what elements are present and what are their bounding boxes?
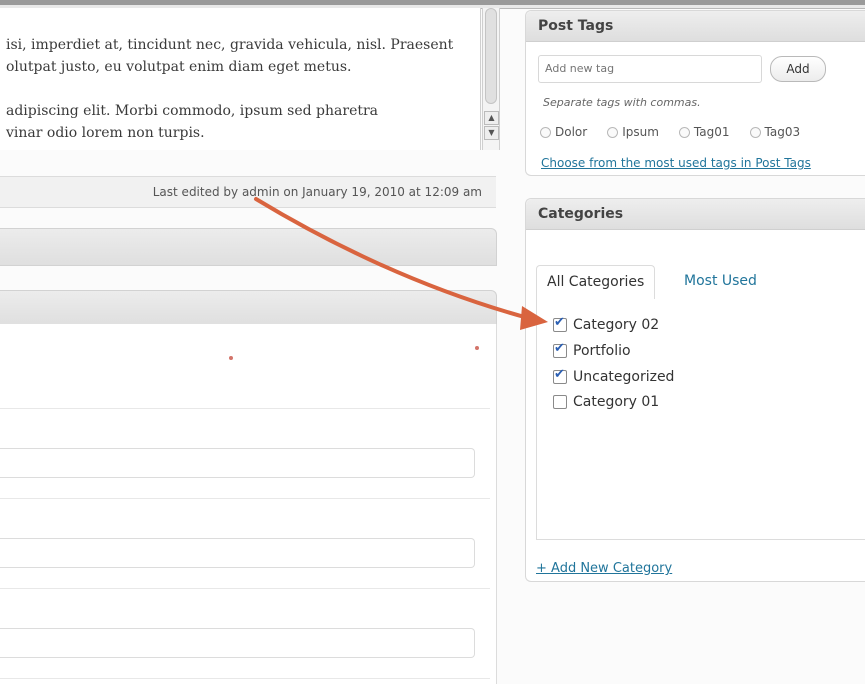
category-label: Portfolio (573, 343, 631, 359)
tab-all-categories[interactable]: All Categories (536, 265, 656, 300)
text-field-3[interactable] (0, 628, 475, 658)
custom-fields-panel (0, 324, 497, 684)
tag-item: Tag01 (678, 125, 730, 139)
add-new-category-link[interactable]: + Add New Category (536, 561, 672, 576)
scrollbar-thumb[interactable] (485, 8, 497, 104)
category-item[interactable]: Uncategorized (553, 367, 675, 385)
divider (0, 408, 490, 409)
category-checklist: Category 02 Portfolio Uncategorized Cate… (536, 299, 865, 540)
tab-most-used[interactable]: Most Used (674, 265, 767, 298)
post-tags-box: Post Tags Add Separate tags with commas.… (525, 10, 865, 176)
scroll-down-arrow-icon[interactable]: ▼ (484, 126, 499, 140)
checkbox-checked[interactable] (553, 341, 567, 358)
category-item[interactable]: Category 02 (553, 315, 660, 333)
category-label: Category 01 (573, 394, 660, 410)
remove-tag-icon[interactable] (749, 126, 761, 138)
category-tabs: All Categories Most Used (536, 265, 865, 300)
checkbox-checked[interactable] (553, 367, 567, 384)
metabox-header-2[interactable] (0, 290, 497, 326)
editor-line: isi, imperdiet at, tincidunt nec, gravid… (6, 37, 454, 53)
add-tag-button[interactable]: Add (770, 56, 826, 82)
category-label: Category 02 (573, 317, 660, 333)
tag-item: Tag03 (749, 125, 801, 139)
editor-scrollbar[interactable]: ▲ ▼ (482, 8, 500, 150)
tag-item: Ipsum (607, 125, 659, 139)
editor-line: olutpat justo, eu volutpat enim diam ege… (6, 59, 352, 75)
tag-list: Dolor Ipsum Tag01 Tag03 (540, 125, 820, 139)
remove-tag-icon[interactable] (540, 126, 551, 138)
post-tags-title[interactable]: Post Tags (526, 11, 865, 42)
tags-hint: Separate tags with commas. (543, 96, 701, 109)
editor-line: vinar odio lorem non turpis. (6, 125, 205, 141)
checkbox-unchecked[interactable] (553, 395, 567, 409)
most-used-tags-link[interactable]: Choose from the most used tags in Post T… (541, 156, 811, 170)
divider (0, 498, 490, 499)
required-marker (475, 346, 479, 350)
metabox-header-1[interactable] (0, 228, 497, 266)
tag-label: Tag03 (764, 125, 801, 139)
category-label: Uncategorized (573, 369, 675, 385)
remove-tag-icon[interactable] (678, 126, 690, 138)
tag-item: Dolor (540, 125, 587, 139)
new-tag-input-wrap[interactable] (538, 55, 762, 83)
divider (0, 588, 490, 589)
tag-label: Ipsum (622, 125, 659, 139)
category-item[interactable]: Portfolio (553, 341, 631, 359)
remove-tag-icon[interactable] (607, 126, 619, 138)
required-marker (229, 356, 233, 360)
scroll-up-arrow-icon[interactable]: ▲ (484, 111, 499, 125)
text-field-1[interactable] (0, 448, 475, 478)
sidebar: Post Tags Add Separate tags with commas.… (525, 0, 865, 684)
editor-status-bar: Last edited by admin on January 19, 2010… (0, 176, 496, 208)
new-tag-input[interactable] (539, 56, 761, 80)
category-item[interactable]: Category 01 (553, 394, 659, 410)
editor-line: adipiscing elit. Morbi commodo, ipsum se… (6, 103, 379, 119)
tag-label: Dolor (555, 125, 588, 139)
checkbox-checked[interactable] (553, 315, 567, 332)
text-field-2[interactable] (0, 538, 475, 568)
post-content-editor[interactable]: isi, imperdiet at, tincidunt nec, gravid… (0, 8, 481, 150)
categories-title[interactable]: Categories (526, 199, 865, 230)
categories-box: Categories All Categories Most Used Cate… (525, 198, 865, 582)
editor-paragraph-2: adipiscing elit. Morbi commodo, ipsum se… (0, 100, 476, 144)
last-edited-text: Last edited by admin on January 19, 2010… (152, 185, 482, 199)
editor-paragraph-1: isi, imperdiet at, tincidunt nec, gravid… (0, 34, 476, 78)
tag-label: Tag01 (693, 125, 730, 139)
divider (0, 678, 490, 679)
